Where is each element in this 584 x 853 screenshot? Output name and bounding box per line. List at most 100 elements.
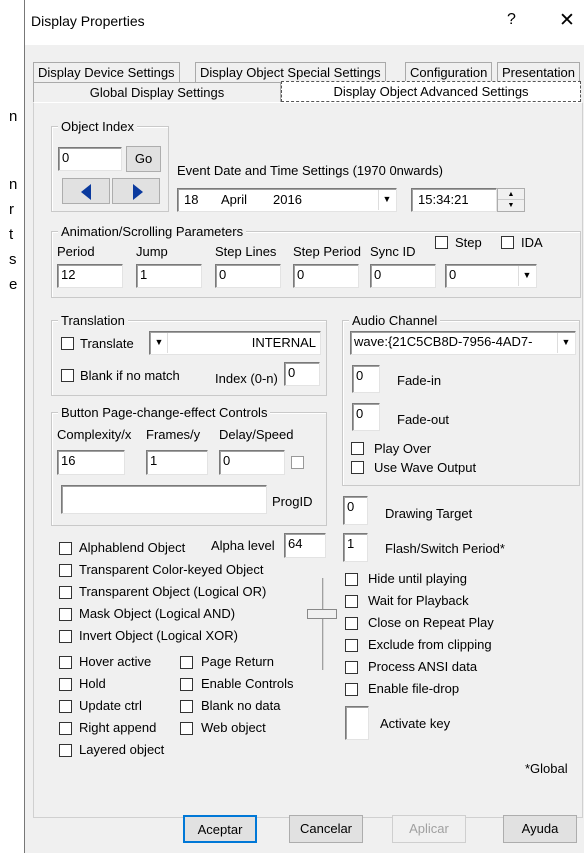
help-footer-button[interactable]: Ayuda	[503, 815, 577, 843]
fade-out-input[interactable]: 0	[352, 403, 380, 431]
process-ansi-data-checkbox[interactable]	[345, 661, 358, 674]
event-time-input[interactable]: 15:34:21	[411, 188, 497, 212]
flash-period-input[interactable]: 1	[343, 533, 368, 562]
sync-id-input[interactable]: 0	[370, 264, 436, 288]
ida-checkbox[interactable]	[501, 236, 514, 249]
background-text-line: n	[9, 176, 18, 193]
step-period-input[interactable]: 0	[293, 264, 359, 288]
use-wave-output-checkbox[interactable]	[351, 461, 364, 474]
spin-down-icon[interactable]: ▼	[498, 200, 524, 211]
frames-label: Frames/y	[146, 427, 201, 442]
frames-input[interactable]: 1	[146, 450, 208, 475]
transparent-object-or-label: Transparent Object (Logical OR)	[79, 584, 267, 599]
time-spin-control[interactable]: ▲ ▼	[497, 188, 525, 212]
hover-active-checkbox[interactable]	[59, 656, 72, 669]
invert-object-xor-label: Invert Object (Logical XOR)	[79, 628, 238, 643]
cancel-button[interactable]: Cancelar	[289, 815, 363, 843]
close-button[interactable]: ✕	[559, 9, 575, 32]
spin-up-icon[interactable]: ▲	[498, 189, 524, 200]
background-text-line: s	[9, 251, 17, 268]
enable-controls-checkbox[interactable]	[180, 678, 193, 691]
page-return-checkbox[interactable]	[180, 656, 193, 669]
audio-device-select[interactable]: wave:{21C5CB8D-7956-4AD7- ▼	[350, 331, 576, 355]
layered-object-checkbox[interactable]	[59, 744, 72, 757]
slider-thumb[interactable]	[307, 609, 337, 619]
next-object-button[interactable]	[112, 178, 160, 204]
flash-period-label: Flash/Switch Period*	[385, 541, 505, 556]
update-ctrl-checkbox[interactable]	[59, 700, 72, 713]
right-append-checkbox[interactable]	[59, 722, 72, 735]
mask-object-and-checkbox[interactable]	[59, 608, 72, 621]
tab-display-device-settings[interactable]: Display Device Settings	[33, 62, 180, 82]
jump-label: Jump	[136, 244, 168, 259]
button-page-change-legend: Button Page-change-effect Controls	[58, 405, 271, 420]
tab-row-2: Global Display Settings Display Object A…	[25, 81, 584, 102]
translate-checkbox[interactable]	[61, 337, 74, 350]
slider-track[interactable]	[322, 578, 324, 670]
drawing-target-input[interactable]: 0	[343, 496, 368, 525]
alphablend-label: Alphablend Object	[79, 540, 186, 555]
transparent-object-or-checkbox[interactable]	[59, 586, 72, 599]
jump-input[interactable]: 1	[136, 264, 202, 288]
transparent-color-keyed-checkbox[interactable]	[59, 564, 72, 577]
tab-configuration[interactable]: Configuration	[405, 62, 493, 82]
translation-index-input[interactable]: 0	[284, 362, 320, 386]
go-button[interactable]: Go	[126, 146, 161, 172]
blank-if-no-match-checkbox[interactable]	[61, 369, 74, 382]
translation-legend: Translation	[58, 313, 128, 328]
tab-global-display-settings[interactable]: Global Display Settings	[33, 82, 281, 102]
tab-presentation[interactable]: Presentation	[497, 62, 580, 82]
left-triangle-icon	[81, 184, 91, 200]
exclude-from-clipping-checkbox[interactable]	[345, 639, 358, 652]
help-button[interactable]: ?	[507, 11, 516, 29]
enable-file-drop-checkbox[interactable]	[345, 683, 358, 696]
sync-id-label: Sync ID	[370, 244, 416, 259]
play-over-checkbox[interactable]	[351, 442, 364, 455]
step-lines-input[interactable]: 0	[215, 264, 281, 288]
enable-file-drop-label: Enable file-drop	[368, 681, 460, 696]
event-date-picker[interactable]: 18 April 2016 ▼	[177, 188, 397, 212]
period-label: Period	[57, 244, 95, 259]
process-ansi-data-label: Process ANSI data	[368, 659, 478, 674]
delay-speed-label: Delay/Speed	[219, 427, 294, 442]
ok-button[interactable]: Aceptar	[183, 815, 257, 843]
tab-display-object-advanced-settings[interactable]: Display Object Advanced Settings	[281, 81, 581, 102]
delay-speed-input[interactable]: 0	[219, 450, 285, 475]
alpha-level-input[interactable]: 64	[284, 533, 326, 558]
event-year: 2016	[273, 192, 302, 207]
blank-no-data-checkbox[interactable]	[180, 700, 193, 713]
activate-key-input[interactable]	[345, 706, 369, 740]
complexity-input[interactable]: 16	[57, 450, 125, 475]
sync-select[interactable]: 0 ▼	[445, 264, 537, 288]
web-object-checkbox[interactable]	[180, 722, 193, 735]
translation-mode-select[interactable]: ▼ INTERNAL	[149, 331, 321, 355]
alphablend-checkbox[interactable]	[59, 542, 72, 555]
chevron-down-icon[interactable]: ▼	[378, 190, 395, 210]
audio-device-value: wave:{21C5CB8D-7956-4AD7-	[354, 334, 533, 349]
hold-checkbox[interactable]	[59, 678, 72, 691]
chevron-down-icon[interactable]: ▼	[151, 333, 168, 353]
chevron-down-icon[interactable]: ▼	[557, 333, 574, 353]
progid-input[interactable]	[61, 485, 267, 514]
wait-for-playback-checkbox[interactable]	[345, 595, 358, 608]
window-title: Display Properties	[31, 13, 145, 29]
animation-legend: Animation/Scrolling Parameters	[58, 224, 247, 239]
period-input[interactable]: 12	[57, 264, 123, 288]
previous-object-button[interactable]	[62, 178, 110, 204]
chevron-down-icon[interactable]: ▼	[518, 266, 535, 286]
transparent-color-keyed-label: Transparent Color-keyed Object	[79, 562, 264, 577]
exclude-from-clipping-label: Exclude from clipping	[368, 637, 492, 652]
button-effect-checkbox[interactable]	[291, 456, 304, 469]
step-checkbox[interactable]	[435, 236, 448, 249]
tab-display-object-special-settings[interactable]: Display Object Special Settings	[195, 62, 386, 82]
object-index-input[interactable]: 0	[58, 147, 122, 171]
audio-channel-legend: Audio Channel	[349, 313, 441, 328]
fade-in-input[interactable]: 0	[352, 365, 380, 393]
apply-button[interactable]: Aplicar	[392, 815, 466, 843]
invert-object-xor-checkbox[interactable]	[59, 630, 72, 643]
background-text-line: n	[9, 108, 18, 125]
activate-key-label: Activate key	[380, 716, 451, 731]
close-on-repeat-play-checkbox[interactable]	[345, 617, 358, 630]
hide-until-playing-checkbox[interactable]	[345, 573, 358, 586]
event-month: April	[221, 192, 248, 207]
